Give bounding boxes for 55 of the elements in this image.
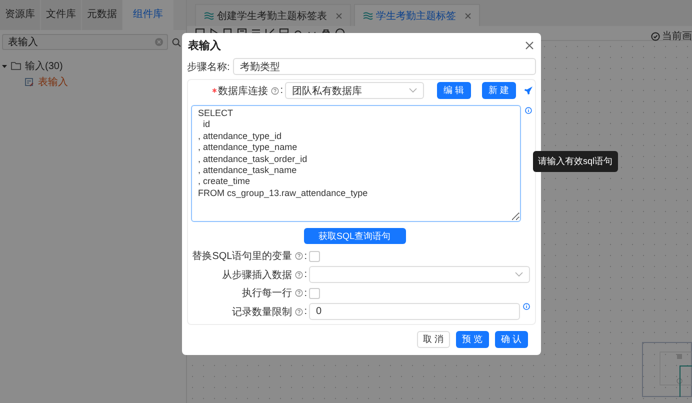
help-icon[interactable] (271, 86, 280, 94)
field-label: 记录数量限制 (232, 306, 292, 318)
footer-button[interactable]: 确 认 (495, 331, 528, 348)
rocket-icon[interactable] (524, 86, 533, 95)
field-label: 数据库连接 (218, 84, 268, 98)
table-edit-icon (25, 78, 34, 86)
fetch-sql-button[interactable]: 获取SQL查询语句 (304, 228, 406, 244)
colon-mark: : (304, 288, 307, 298)
field-label: 执行每一行 (242, 286, 292, 300)
sidebar-tab[interactable]: 资源库 (0, 0, 41, 30)
action-button[interactable]: 新 建 (482, 82, 516, 99)
tree-item[interactable]: 输入(30) (25, 59, 63, 73)
help-icon[interactable] (295, 289, 304, 297)
footer-button[interactable]: 取 消 (417, 331, 450, 348)
status-label: 当前画 (651, 29, 692, 43)
search-field[interactable]: 表输入 (2, 34, 168, 50)
close-icon[interactable] (336, 12, 342, 18)
help-icon[interactable] (295, 308, 304, 316)
sidebar-tab[interactable]: 元数据 (82, 0, 123, 30)
colon-mark: : (304, 269, 307, 280)
tree-item[interactable]: 表输入 (38, 75, 68, 89)
help-icon[interactable] (295, 270, 304, 278)
chevron-icon (409, 88, 417, 93)
colon-mark: : (304, 306, 307, 317)
info-icon[interactable] (523, 303, 530, 310)
sql-editor[interactable]: SELECT id , attendance_type_id , attendance_type_name , attendance_task_order_id , attendance_task_name , create_time FROM cs_group_13.raw_attendance_type (191, 105, 522, 222)
field-label: 步骤名称: (187, 60, 230, 74)
sidebar-tab[interactable]: 组件库 (123, 0, 174, 30)
info-icon[interactable] (525, 107, 532, 114)
tooltip: 请输入有效sql语句 (533, 151, 618, 172)
editor-tab[interactable]: 学生考勤主题标签 (354, 4, 480, 26)
check-circle-icon (651, 32, 660, 40)
caret-icon[interactable] (2, 64, 7, 68)
chevron-icon (515, 272, 523, 277)
connection-select[interactable]: 团队私有数据库 (285, 82, 424, 99)
sidebar-tab[interactable]: 文件库 (41, 0, 82, 30)
editor-tab[interactable]: 创建学生考勤主题标签表 (195, 4, 351, 26)
help-icon[interactable] (295, 252, 304, 260)
close-icon[interactable] (525, 40, 534, 50)
colon-mark: : (280, 85, 283, 96)
layers-icon (204, 12, 214, 20)
search-icon[interactable] (172, 38, 181, 47)
close-icon[interactable] (465, 12, 471, 18)
layers-icon (363, 12, 373, 20)
checkbox[interactable] (309, 288, 320, 298)
field-label: 从步骤插入数据 (222, 268, 292, 282)
step-name-field[interactable]: 考勤类型 (232, 58, 536, 75)
dialog-title: 表输入 (188, 38, 221, 52)
footer-button[interactable]: 预 览 (456, 331, 489, 348)
colon-mark: : (304, 250, 307, 262)
field-label: 替换SQL语句里的变量 (192, 250, 292, 263)
checkbox[interactable] (309, 250, 320, 262)
folder-icon (11, 62, 21, 70)
action-button[interactable]: 编 辑 (437, 82, 471, 99)
limit-field[interactable]: 0 (309, 303, 520, 320)
